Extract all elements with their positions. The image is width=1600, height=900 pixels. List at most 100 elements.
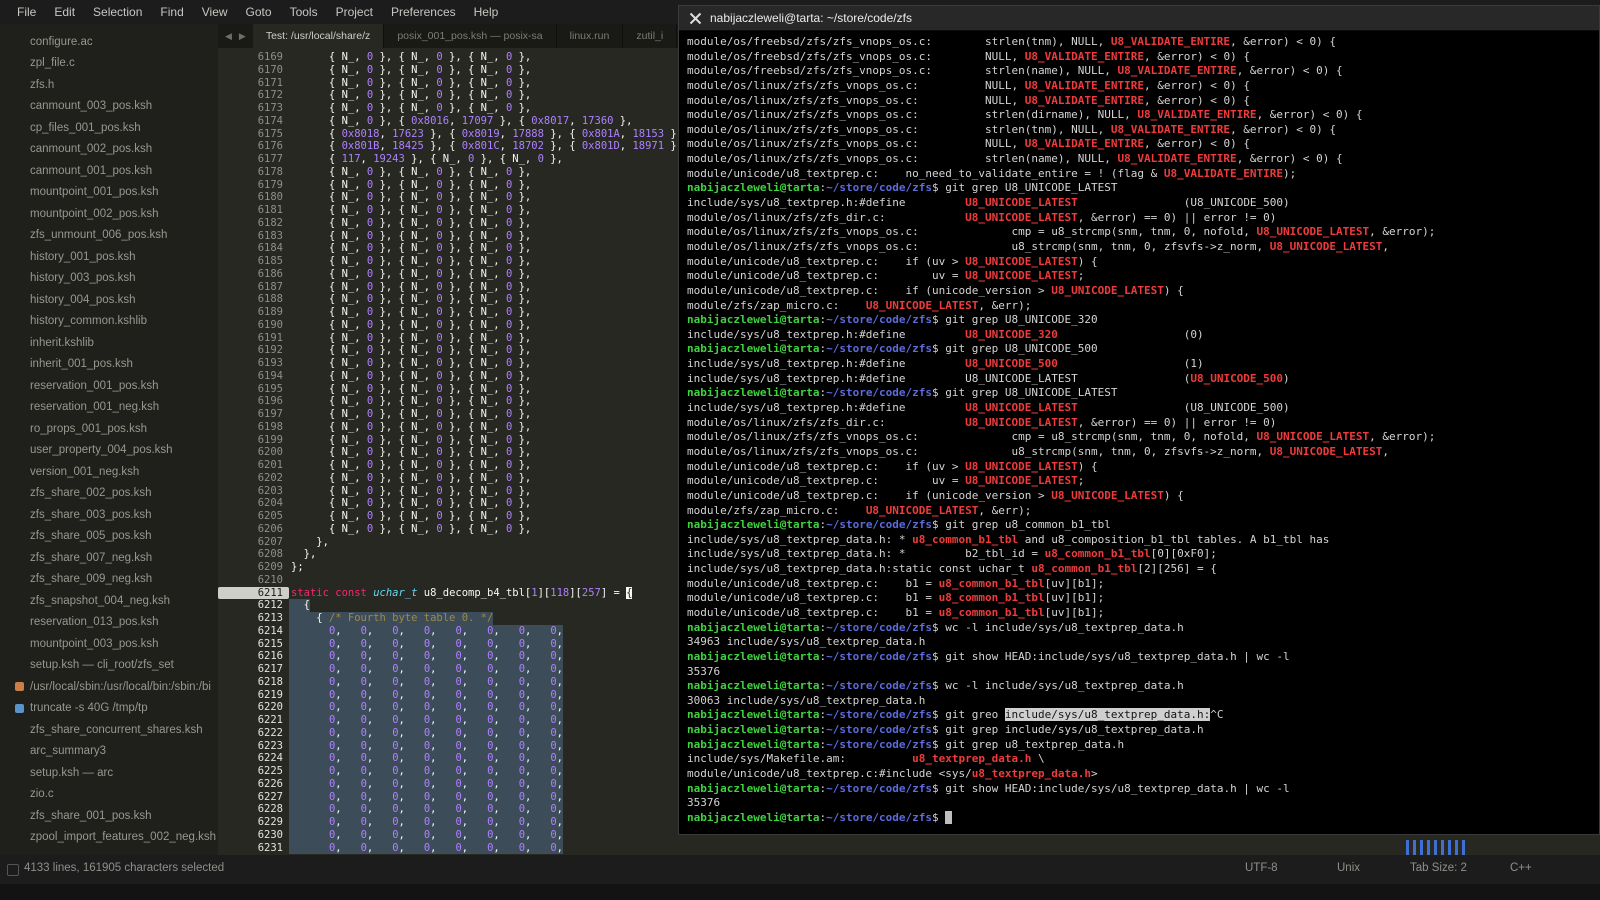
sidebar-item[interactable]: mountpoint_002_pos.ksh	[0, 203, 218, 225]
terminal-text: u8_common_b1_tbl	[912, 533, 1018, 546]
terminal-line: include/sys/Makefile.am: u8_textprep_dat…	[687, 752, 1591, 767]
menu-find[interactable]: Find	[151, 5, 192, 19]
sidebar-item[interactable]: zio.c	[0, 784, 218, 806]
sidebar-item-label: canmount_001_pos.ksh	[30, 165, 152, 177]
terminal-text: module/unicode/u8_textprep.c: uv =	[687, 269, 965, 282]
line-number: 6211	[218, 587, 289, 600]
sidebar-item[interactable]: zfs_share_001_pos.ksh	[0, 805, 218, 827]
code-text: { N_, 0 }, { N_, 0 }, { N_, 0 },	[289, 357, 531, 370]
line-number: 6192	[218, 344, 289, 357]
sidebar-item[interactable]: history_004_pos.ksh	[0, 289, 218, 311]
code-text: 0, 0, 0, 0, 0, 0, 0, 0,	[289, 625, 563, 638]
sidebar-item[interactable]: history_001_pos.ksh	[0, 246, 218, 268]
menu-preferences[interactable]: Preferences	[382, 5, 465, 19]
sidebar-item[interactable]: zpool_import_features_002_neg.ksh	[0, 827, 218, 849]
sidebar-item[interactable]: ro_props_001_pos.ksh	[0, 418, 218, 440]
bottom-strip	[0, 884, 1600, 900]
terminal-text: (U8_UNICODE_500)	[1078, 196, 1290, 209]
sidebar-item[interactable]: user_property_004_pos.ksh	[0, 440, 218, 462]
terminal-text: $	[932, 181, 945, 194]
sidebar-item[interactable]: canmount_003_pos.ksh	[0, 96, 218, 118]
code-text: 0, 0, 0, 0, 0, 0, 0, 0,	[289, 676, 563, 689]
code-text: 0, 0, 0, 0, 0, 0, 0, 0,	[289, 701, 563, 714]
tab-strip: Test: /usr/local/share/zposix_001_pos.ks…	[253, 24, 677, 48]
sidebar-item[interactable]: zfs_share_concurrent_shares.ksh	[0, 719, 218, 741]
sidebar-item[interactable]: history_003_pos.ksh	[0, 268, 218, 290]
prev-tab-button[interactable]: ◀	[225, 31, 232, 42]
terminal-line: include/sys/u8_textprep.h:#define U8_UNI…	[687, 328, 1591, 343]
menu-selection[interactable]: Selection	[84, 5, 151, 19]
sidebar-item[interactable]: truncate -s 40G /tmp/tp	[0, 698, 218, 720]
code-text: { N_, 0 }, { N_, 0 }, { N_, 0 },	[289, 230, 531, 243]
editor-tab[interactable]: Test: /usr/local/share/z	[253, 24, 384, 48]
sidebar-item[interactable]: reservation_001_neg.ksh	[0, 397, 218, 419]
sidebar-item[interactable]: zfs_unmount_006_pos.ksh	[0, 225, 218, 247]
terminal-line: module/os/linux/zfs/zfs_vnops_os.c: NULL…	[687, 79, 1591, 94]
terminal-line: nabijaczleweli@tarta:~/store/code/zfs$ w…	[687, 679, 1591, 694]
terminal-line: module/zfs/zap_micro.c: U8_UNICODE_LATES…	[687, 299, 1591, 314]
sidebar-item[interactable]: configure.ac	[0, 31, 218, 53]
editor-tab[interactable]: posix_001_pos.ksh — posix-sa	[384, 24, 556, 48]
status-line-endings[interactable]: Unix	[1337, 862, 1360, 874]
sidebar-item-label: reservation_001_pos.ksh	[30, 380, 159, 392]
terminal-text: module/zfs/zap_micro.c:	[687, 504, 866, 517]
sidebar-item[interactable]: inherit_001_pos.ksh	[0, 354, 218, 376]
terminal-titlebar[interactable]: nabijaczleweli@tarta: ~/store/code/zfs	[679, 6, 1599, 31]
sidebar-item[interactable]: reservation_001_pos.ksh	[0, 375, 218, 397]
menu-view[interactable]: View	[193, 5, 237, 19]
sidebar-item[interactable]: setup.ksh — arc	[0, 762, 218, 784]
terminal-line: module/os/linux/zfs/zfs_dir.c: U8_UNICOD…	[687, 211, 1591, 226]
terminal-text: ) {	[1164, 284, 1184, 297]
sidebar-item[interactable]: /usr/local/sbin:/usr/local/bin:/sbin:/bi	[0, 676, 218, 698]
terminal-text: include/sys/u8_textprep.h:#define	[687, 401, 965, 414]
sidebar-item[interactable]: setup.ksh — cli_root/zfs_set	[0, 655, 218, 677]
terminal-text: ~/store/code/zfs	[826, 650, 932, 663]
sidebar-item[interactable]: zpl_file.c	[0, 53, 218, 75]
next-tab-button[interactable]: ▶	[239, 31, 246, 42]
sidebar-item[interactable]: canmount_001_pos.ksh	[0, 160, 218, 182]
menu-project[interactable]: Project	[327, 5, 382, 19]
sidebar-item[interactable]: arc_summary3	[0, 741, 218, 763]
menu-edit[interactable]: Edit	[45, 5, 84, 19]
line-number: 6214	[218, 625, 289, 638]
menu-goto[interactable]: Goto	[237, 5, 281, 19]
sidebar-item[interactable]: zfs.h	[0, 74, 218, 96]
terminal-text: , &error) == 0) || error != 0)	[1078, 416, 1277, 429]
sidebar-item-label: history_004_pos.ksh	[30, 294, 135, 306]
sidebar-item[interactable]: reservation_013_pos.ksh	[0, 612, 218, 634]
sidebar-item[interactable]: inherit.kshlib	[0, 332, 218, 354]
terminal-line: 30063 include/sys/u8_textprep_data.h	[687, 694, 1591, 709]
line-number: 6183	[218, 230, 289, 243]
code-text: { N_, 0 }, { N_, 0 }, { N_, 0 },	[289, 510, 531, 523]
sidebar-item[interactable]: zfs_share_003_pos.ksh	[0, 504, 218, 526]
menu-help[interactable]: Help	[465, 5, 508, 19]
editor-line[interactable]: 6231 0, 0, 0, 0, 0, 0, 0, 0,	[218, 842, 1600, 855]
sidebar-item[interactable]: history_common.kshlib	[0, 311, 218, 333]
sidebar-item[interactable]: zfs_share_005_pos.ksh	[0, 526, 218, 548]
editor-tab[interactable]: linux.run	[557, 24, 624, 48]
terminal-text: , &error) < 0) {	[1144, 94, 1250, 107]
sidebar-item[interactable]: zfs_share_007_neg.ksh	[0, 547, 218, 569]
editor-tab[interactable]: zutil_i	[623, 24, 677, 48]
sidebar-item[interactable]: zfs_share_009_neg.ksh	[0, 569, 218, 591]
sidebar-file-list[interactable]: configure.aczpl_file.czfs.hcanmount_003_…	[0, 24, 218, 855]
status-encoding[interactable]: UTF-8	[1245, 862, 1278, 874]
code-text: 0, 0, 0, 0, 0, 0, 0, 0,	[289, 803, 563, 816]
status-tab-size[interactable]: Tab Size: 2	[1410, 862, 1467, 874]
sidebar-item[interactable]: mountpoint_001_pos.ksh	[0, 182, 218, 204]
sidebar-item[interactable]: canmount_002_pos.ksh	[0, 139, 218, 161]
menu-file[interactable]: File	[8, 5, 45, 19]
terminal-body[interactable]: module/os/freebsd/zfs/zfs_vnops_os.c: st…	[679, 31, 1599, 826]
sidebar-item[interactable]: mountpoint_003_pos.ksh	[0, 633, 218, 655]
sidebar-item[interactable]: zfs_snapshot_004_neg.ksh	[0, 590, 218, 612]
sidebar-item[interactable]: cp_files_001_pos.ksh	[0, 117, 218, 139]
status-syntax[interactable]: C++	[1510, 862, 1532, 874]
sidebar-item[interactable]: zfs_share_002_pos.ksh	[0, 483, 218, 505]
line-number: 6198	[218, 421, 289, 434]
terminal-text: module/unicode/u8_textprep.c: if (unicod…	[687, 489, 1051, 502]
status-mode-icon[interactable]	[7, 864, 19, 876]
line-number: 6181	[218, 204, 289, 217]
menu-tools[interactable]: Tools	[281, 5, 327, 19]
terminal-text: ~/store/code/zfs	[826, 708, 932, 721]
sidebar-item[interactable]: version_001_neg.ksh	[0, 461, 218, 483]
